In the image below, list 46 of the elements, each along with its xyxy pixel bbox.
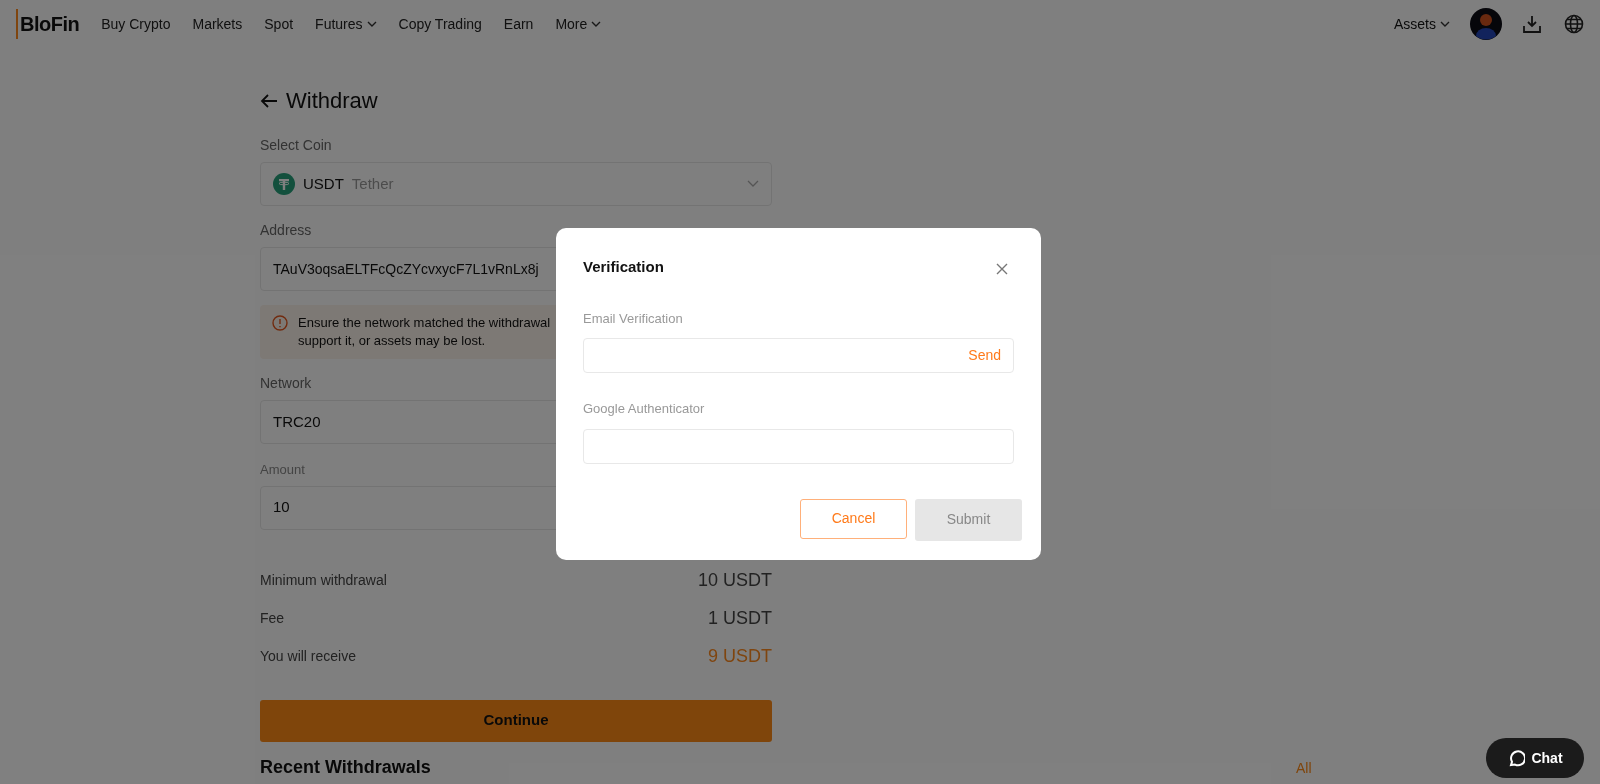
- globe-icon[interactable]: [1564, 14, 1584, 34]
- field-label: Google Authenticator: [583, 400, 706, 418]
- page-title: Withdraw: [286, 87, 378, 115]
- dialog-title: Verification: [583, 257, 664, 277]
- section-title: Recent Withdrawals: [260, 755, 431, 778]
- coin-symbol: USDT: [303, 173, 344, 194]
- nav-link[interactable]: Futures: [315, 13, 377, 35]
- nav-link[interactable]: Copy Trading: [398, 13, 482, 35]
- warning-text: Ensure the network matched the withdrawal support it, or assets may be lost.: [298, 314, 551, 350]
- chat-bubble-icon: [1507, 749, 1526, 767]
- nav-link[interactable]: Buy Crypto: [101, 13, 171, 35]
- download-icon[interactable]: [1522, 14, 1542, 34]
- summary-value: 10 USDT: [697, 569, 772, 592]
- address-value: TAuV3oqsaELTFcQcZYcvxycF7L1vRnLx8j: [273, 259, 539, 279]
- field-label: Address: [260, 221, 313, 240]
- nav-link[interactable]: Earn: [503, 13, 534, 35]
- network-value: TRC20: [273, 411, 321, 432]
- warning-icon: [272, 315, 288, 331]
- avatar-icon[interactable]: [1470, 8, 1502, 40]
- back-arrow-icon[interactable]: [260, 92, 278, 109]
- chat-button[interactable]: Chat: [1486, 738, 1584, 778]
- summary-label: Minimum withdrawal: [260, 571, 387, 590]
- summary-value: 9 USDT: [708, 645, 772, 668]
- logo[interactable]: BloFin: [16, 9, 80, 39]
- send-link[interactable]: Send: [968, 345, 1001, 366]
- summary-label: You will receive: [260, 647, 356, 666]
- field-label: Network: [260, 374, 313, 393]
- cancel-button[interactable]: Cancel: [800, 498, 907, 539]
- nav-link[interactable]: Spot: [264, 13, 294, 35]
- field-label: Amount: [260, 461, 306, 479]
- email-code-field[interactable]: Send: [583, 338, 1014, 373]
- caret-icon: [1440, 21, 1450, 27]
- caret-icon: [591, 21, 602, 27]
- continue-button[interactable]: Continue: [260, 699, 772, 742]
- tether-icon: [273, 173, 295, 195]
- caret-icon: [366, 21, 377, 27]
- summary-value: 1 USDT: [708, 607, 772, 630]
- nav-link[interactable]: Assets: [1394, 13, 1450, 35]
- field-label: Email Verification: [583, 309, 684, 328]
- amount-value: 10: [273, 497, 290, 518]
- nav-link[interactable]: Markets: [192, 13, 243, 35]
- chevron-down-icon: [747, 180, 759, 188]
- nav-link[interactable]: More: [555, 13, 602, 35]
- field-label: Select Coin: [260, 136, 333, 155]
- close-icon[interactable]: [996, 263, 1008, 276]
- summary-label: Fee: [260, 609, 285, 628]
